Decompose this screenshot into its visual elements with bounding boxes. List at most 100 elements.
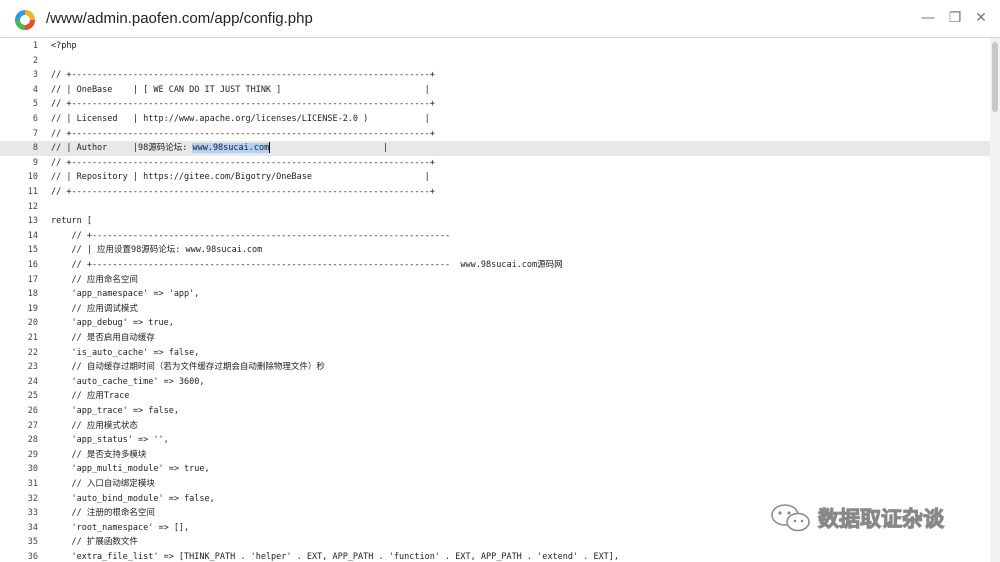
code-text[interactable]: // 入口自动绑定模块 bbox=[51, 477, 155, 492]
code-line[interactable]: 31 // 入口自动绑定模块 bbox=[0, 477, 990, 492]
code-line[interactable]: 29 // 是否支持多模块 bbox=[0, 448, 990, 463]
scrollbar-thumb[interactable] bbox=[992, 42, 998, 112]
code-line[interactable]: 35 // 扩展函数文件 bbox=[0, 535, 990, 550]
code-line[interactable]: 22 'is_auto_cache' => false, bbox=[0, 346, 990, 361]
line-number: 27 bbox=[27, 420, 38, 431]
code-text-segment: | bbox=[270, 143, 388, 154]
code-line[interactable]: 9 // +-----------------------------------… bbox=[0, 156, 990, 171]
code-text[interactable]: // 应用调试模式 bbox=[51, 302, 137, 317]
line-number: 24 bbox=[27, 376, 38, 387]
line-number: 25 bbox=[27, 391, 38, 402]
code-text[interactable]: 'extra_file_list' => [THINK_PATH . 'help… bbox=[51, 550, 619, 562]
code-text[interactable]: 'app_status' => '', bbox=[51, 433, 169, 448]
code-text[interactable]: // +------------------------------------… bbox=[51, 68, 435, 83]
code-text-segment: 'app_namespace' => 'app', bbox=[51, 289, 200, 300]
code-line[interactable]: 27 // 应用模式状态 bbox=[0, 419, 990, 434]
close-button[interactable]: ✕ bbox=[971, 8, 991, 28]
code-line[interactable]: 14 // +---------------------------------… bbox=[0, 229, 990, 244]
code-line[interactable]: 36 'extra_file_list' => [THINK_PATH . 'h… bbox=[0, 550, 990, 562]
code-line[interactable]: 28 'app_status' => '', bbox=[0, 433, 990, 448]
code-text[interactable]: // 扩展函数文件 bbox=[51, 535, 137, 550]
code-text[interactable]: // 注册的根命名空间 bbox=[51, 506, 154, 521]
code-text[interactable]: // +------------------------------------… bbox=[51, 229, 450, 244]
code-text-segment: // | 应用设置98源码论坛: www.98sucai.com bbox=[51, 245, 263, 256]
code-line[interactable]: 15 // | 应用设置98源码论坛: www.98sucai.com bbox=[0, 243, 990, 258]
code-line[interactable]: 30 'app_multi_module' => true, bbox=[0, 462, 990, 477]
code-line[interactable]: 1 <?php bbox=[0, 39, 990, 54]
code-line[interactable]: 21 // 是否启用自动缓存 bbox=[0, 331, 990, 346]
code-text[interactable]: // | Repository | https://gitee.com/Bigo… bbox=[51, 170, 430, 185]
code-line[interactable]: 12 bbox=[0, 200, 990, 215]
code-text[interactable]: // 应用Trace bbox=[51, 389, 129, 404]
vertical-scrollbar[interactable] bbox=[990, 38, 1000, 562]
line-number: 5 bbox=[32, 99, 38, 110]
line-number: 9 bbox=[32, 157, 38, 168]
code-text[interactable]: // +------------------------------------… bbox=[51, 185, 435, 200]
code-line[interactable]: 11 // +----------------------------------… bbox=[0, 185, 990, 200]
code-text[interactable]: 'auto_cache_time' => 3600, bbox=[51, 375, 204, 390]
code-text[interactable]: // 自动缓存过期时间（若为文件缓存过期会自动删除物理文件）秒 bbox=[51, 360, 324, 375]
code-line[interactable]: 10 // | Repository | https://gitee.com/Bi… bbox=[0, 170, 990, 185]
code-line[interactable]: 20 'app_debug' => true, bbox=[0, 316, 990, 331]
line-number: 14 bbox=[27, 230, 38, 241]
code-text[interactable]: 'app_debug' => true, bbox=[51, 316, 173, 331]
code-line[interactable]: 18 'app_namespace' => 'app', bbox=[0, 287, 990, 302]
code-text[interactable]: 'app_multi_module' => true, bbox=[51, 462, 209, 477]
code-text-segment: // 入口自动绑定模块 bbox=[51, 479, 155, 489]
code-text[interactable]: // 应用模式状态 bbox=[51, 419, 137, 434]
code-line[interactable]: 19 // 应用调试模式 bbox=[0, 302, 990, 317]
code-line[interactable]: 25 // 应用Trace bbox=[0, 389, 990, 404]
code-line[interactable]: 8 // | Author |98源码论坛: www.98sucai.com | bbox=[0, 141, 990, 156]
code-text[interactable]: // +------------------------------------… bbox=[51, 127, 435, 142]
code-text-segment: 'auto_bind_module' => false, bbox=[51, 493, 215, 504]
code-line[interactable]: 5 // +-----------------------------------… bbox=[0, 97, 990, 112]
code-text-segment: // +------------------------------------… bbox=[51, 157, 435, 168]
code-line[interactable]: 13 return [ bbox=[0, 214, 990, 229]
code-text[interactable]: // +------------------------------------… bbox=[51, 156, 435, 171]
code-text[interactable]: return [ bbox=[51, 214, 92, 229]
code-text[interactable]: // 应用命名空间 bbox=[51, 273, 137, 288]
code-line[interactable]: 26 'app_trace' => false, bbox=[0, 404, 990, 419]
code-text-segment: <?php bbox=[51, 41, 77, 51]
code-text[interactable]: 'root_namespace' => [], bbox=[51, 521, 189, 536]
code-text[interactable]: // 是否启用自动缓存 bbox=[51, 331, 154, 346]
code-text[interactable]: 'auto_bind_module' => false, bbox=[51, 492, 215, 507]
line-number: 10 bbox=[27, 172, 38, 183]
code-text[interactable]: 'is_auto_cache' => false, bbox=[51, 346, 199, 361]
code-text-segment: // 是否支持多模块 bbox=[51, 449, 147, 460]
line-number: 20 bbox=[27, 318, 38, 329]
code-line[interactable]: 23 // 自动缓存过期时间（若为文件缓存过期会自动删除物理文件）秒 bbox=[0, 360, 990, 375]
code-line[interactable]: 17 // 应用命名空间 bbox=[0, 273, 990, 288]
code-editor[interactable]: 1 <?php 2 3// +----------------------------… bbox=[0, 38, 990, 562]
text-selection: www.98sucai.com bbox=[192, 143, 270, 154]
code-text[interactable]: // +------------------------------------… bbox=[51, 97, 435, 112]
line-number: 16 bbox=[27, 260, 38, 270]
code-text[interactable]: // 是否支持多模块 bbox=[51, 448, 146, 463]
code-line[interactable]: 4 // | OneBase | [ WE CAN DO IT JUST THIN… bbox=[0, 83, 990, 98]
code-text-segment: // 应用Trace bbox=[51, 391, 130, 402]
line-number: 2 bbox=[32, 55, 38, 66]
code-line[interactable]: 7 // +-----------------------------------… bbox=[0, 127, 990, 142]
line-number: 30 bbox=[27, 464, 38, 475]
code-text-segment: return [ bbox=[51, 216, 92, 227]
maximize-button[interactable]: ❐ bbox=[945, 8, 965, 28]
line-number: 31 bbox=[27, 479, 38, 489]
line-number: 23 bbox=[27, 362, 38, 373]
code-line[interactable]: 6 // | Licensed | http://www.apache.org/l… bbox=[0, 112, 990, 127]
line-number: 15 bbox=[27, 245, 38, 256]
code-text-segment: 'app_status' => '', bbox=[51, 435, 169, 446]
code-line[interactable]: 24 'auto_cache_time' => 3600, bbox=[0, 375, 990, 390]
code-text[interactable]: <?php bbox=[51, 39, 77, 54]
code-text[interactable]: // | Author |98源码论坛: www.98sucai.com | bbox=[51, 141, 388, 156]
code-line[interactable]: 3 // +-----------------------------------… bbox=[0, 68, 990, 83]
code-text[interactable]: 'app_namespace' => 'app', bbox=[51, 287, 199, 302]
code-text[interactable]: // +------------------------------------… bbox=[51, 258, 562, 273]
code-line[interactable]: 16 // +---------------------------------… bbox=[0, 258, 990, 273]
line-number: 4 bbox=[32, 84, 38, 95]
code-text[interactable]: // | 应用设置98源码论坛: www.98sucai.com bbox=[51, 243, 262, 258]
code-text[interactable]: 'app_trace' => false, bbox=[51, 404, 178, 419]
code-text[interactable]: // | OneBase | [ WE CAN DO IT JUST THINK… bbox=[51, 83, 430, 98]
code-line[interactable]: 2 bbox=[0, 54, 990, 69]
minimize-button[interactable]: — bbox=[918, 8, 938, 28]
code-text[interactable]: // | Licensed | http://www.apache.org/li… bbox=[51, 112, 430, 127]
